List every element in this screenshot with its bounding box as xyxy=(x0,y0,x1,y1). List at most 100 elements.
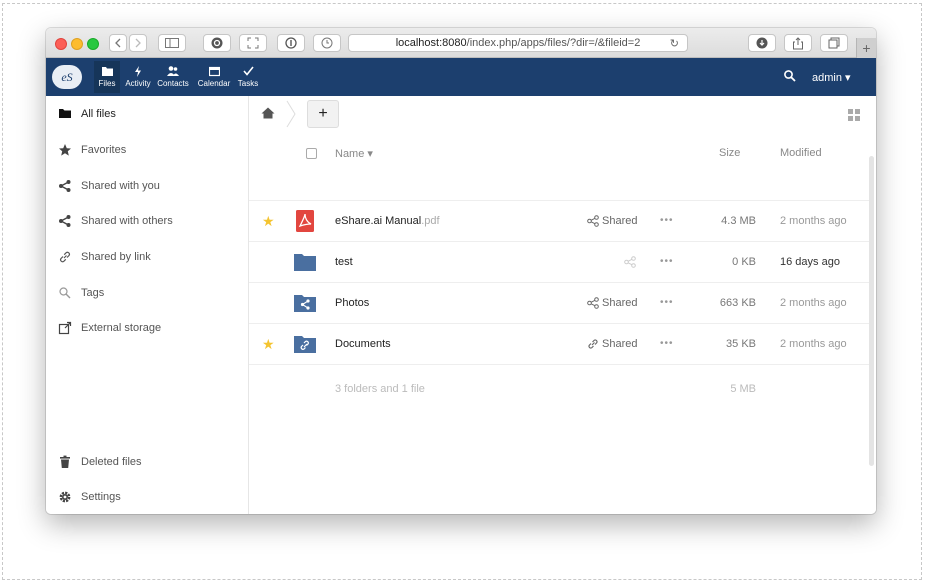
folder-icon xyxy=(294,254,316,271)
sidebar-item-favorites[interactable]: Favorites xyxy=(46,134,249,166)
trash-icon xyxy=(60,455,70,468)
sidebar: All files Favorites Shared with you Shar… xyxy=(46,96,249,514)
back-button[interactable] xyxy=(109,34,127,52)
more-actions-icon[interactable]: ••• xyxy=(660,338,674,349)
file-modified: 16 days ago xyxy=(780,256,840,268)
more-actions-icon[interactable]: ••• xyxy=(660,297,674,308)
download-icon xyxy=(756,37,768,49)
extension-button[interactable] xyxy=(203,34,231,52)
sidebar-icon xyxy=(165,38,179,48)
file-name[interactable]: eShare.ai Manual.pdf xyxy=(335,215,440,227)
nav-tasks[interactable]: Tasks xyxy=(236,61,260,93)
url-host: localhost:8080 xyxy=(395,37,467,49)
nav-label: Contacts xyxy=(157,79,189,88)
nav-activity[interactable]: Activity xyxy=(123,61,153,93)
file-list-panel: + Name ▾ Size Modified ★ eShare.ai Manua… xyxy=(249,96,876,514)
file-modified: 2 months ago xyxy=(780,338,847,350)
sidebar-item-tags[interactable]: Tags xyxy=(46,277,249,309)
close-window-button[interactable] xyxy=(55,38,67,50)
table-row[interactable]: Photos Shared ••• 663 KB 2 months ago xyxy=(249,282,869,323)
nav-label: Tasks xyxy=(237,79,259,88)
select-all-checkbox[interactable] xyxy=(306,148,317,159)
sidebar-toggle-button[interactable] xyxy=(158,34,186,52)
zoom-window-button[interactable] xyxy=(87,38,99,50)
gear-icon xyxy=(59,491,71,503)
app-logo[interactable]: eS xyxy=(52,65,82,89)
table-row[interactable]: test ••• 0 KB 16 days ago xyxy=(249,241,869,282)
address-bar[interactable]: localhost:8080/index.php/apps/files/?dir… xyxy=(348,34,688,52)
history-button[interactable] xyxy=(313,34,341,52)
share-button[interactable] xyxy=(624,256,636,268)
password-button[interactable] xyxy=(277,34,305,52)
tag-search-icon xyxy=(59,287,71,299)
sidebar-item-deleted-files[interactable]: Deleted files xyxy=(46,446,249,478)
chevron-right-icon xyxy=(135,38,141,48)
breadcrumb-separator xyxy=(286,100,296,128)
sidebar-item-label: Shared with you xyxy=(81,180,160,192)
new-tab-button[interactable]: + xyxy=(856,38,876,58)
file-name[interactable]: Photos xyxy=(335,297,369,309)
nav-label: Activity xyxy=(125,79,151,88)
search-icon[interactable] xyxy=(784,70,796,82)
home-icon[interactable] xyxy=(261,107,275,119)
sidebar-item-label: External storage xyxy=(81,322,162,334)
downloads-button[interactable] xyxy=(748,34,776,52)
sidebar-item-label: Tags xyxy=(81,287,105,299)
more-actions-icon[interactable]: ••• xyxy=(660,256,674,267)
check-icon xyxy=(242,66,254,76)
star-icon xyxy=(59,144,71,156)
shared-button[interactable]: Shared xyxy=(587,338,637,350)
grid-view-icon[interactable] xyxy=(848,109,860,121)
shared-button[interactable]: Shared xyxy=(587,297,637,309)
sidebar-item-shared-by-link[interactable]: Shared by link xyxy=(46,241,249,273)
file-name[interactable]: test xyxy=(335,256,353,268)
shared-label: Shared xyxy=(602,338,638,350)
scrollbar[interactable] xyxy=(869,156,874,466)
favorite-star-icon[interactable]: ★ xyxy=(262,213,275,230)
nav-calendar[interactable]: Calendar xyxy=(197,61,231,93)
summary-text: 3 folders and 1 file xyxy=(335,383,425,395)
share-icon xyxy=(59,215,71,227)
table-row[interactable]: ★ eShare.ai Manual.pdf Shared ••• 4.3 MB… xyxy=(249,200,869,241)
table-row[interactable]: ★ Documents Shared ••• 35 KB 2 months ag… xyxy=(249,323,869,364)
screenshot-button[interactable] xyxy=(239,34,267,52)
column-size[interactable]: Size xyxy=(719,147,740,159)
forward-button[interactable] xyxy=(129,34,147,52)
folder-icon xyxy=(59,109,71,118)
minimize-window-button[interactable] xyxy=(71,38,83,50)
shared-button[interactable]: Shared xyxy=(587,215,637,227)
sidebar-item-external-storage[interactable]: External storage xyxy=(46,312,249,344)
bolt-icon xyxy=(135,66,141,77)
column-name[interactable]: Name ▾ xyxy=(335,147,373,160)
share-page-button[interactable] xyxy=(784,34,812,52)
users-icon xyxy=(167,66,179,76)
sidebar-item-settings[interactable]: Settings xyxy=(46,481,249,513)
share-icon xyxy=(59,180,71,192)
file-size: 0 KB xyxy=(732,256,756,268)
file-size: 35 KB xyxy=(726,338,756,350)
app-header: eS Files Activity Contacts Calendar Task… xyxy=(46,58,876,96)
nav-contacts[interactable]: Contacts xyxy=(157,61,189,93)
file-name[interactable]: Documents xyxy=(335,338,391,350)
favorite-star-icon[interactable]: ★ xyxy=(262,336,275,353)
file-modified: 2 months ago xyxy=(780,297,847,309)
chevron-left-icon xyxy=(115,38,121,48)
summary-size: 5 MB xyxy=(730,383,756,395)
user-menu[interactable]: admin ▾ xyxy=(812,71,851,84)
reload-icon[interactable]: ↻ xyxy=(670,37,679,50)
sidebar-item-label: Shared with others xyxy=(81,215,173,227)
sidebar-item-label: Shared by link xyxy=(81,251,151,263)
new-file-button[interactable]: + xyxy=(307,100,339,128)
sidebar-item-all-files[interactable]: All files xyxy=(46,98,249,130)
clock-icon xyxy=(321,37,333,49)
column-modified[interactable]: Modified xyxy=(780,147,822,159)
file-size: 663 KB xyxy=(719,297,756,309)
tabs-overview-button[interactable] xyxy=(820,34,848,52)
sidebar-item-shared-with-others[interactable]: Shared with others xyxy=(46,205,249,237)
nav-files[interactable]: Files xyxy=(94,61,120,93)
share-icon xyxy=(624,256,636,268)
file-name-text: test xyxy=(335,256,353,268)
sidebar-item-shared-with-you[interactable]: Shared with you xyxy=(46,170,249,202)
more-actions-icon[interactable]: ••• xyxy=(660,215,674,226)
share-icon xyxy=(587,297,599,309)
